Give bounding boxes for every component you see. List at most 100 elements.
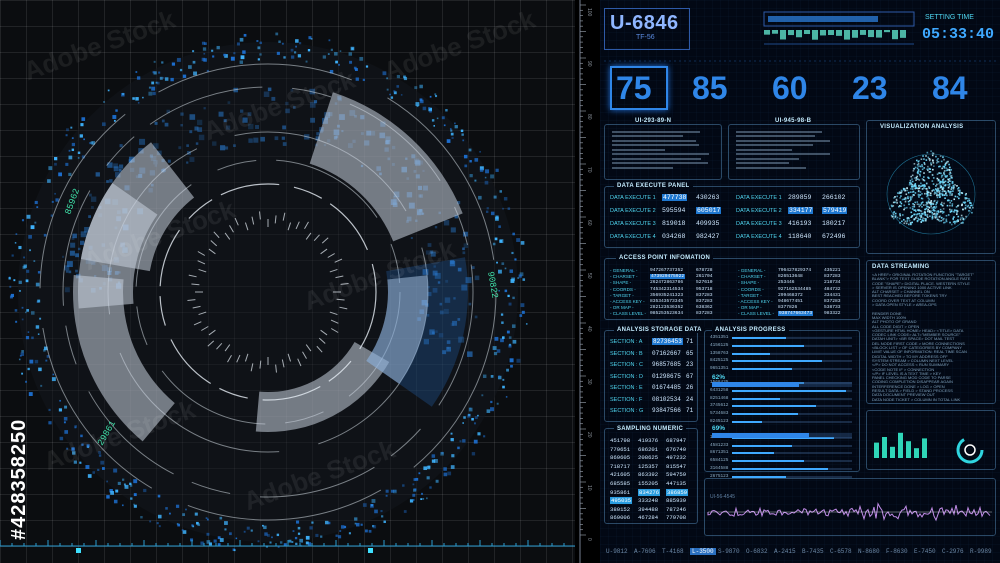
visualization-blob [886,150,976,235]
ruler-label: 100 [586,8,592,17]
sampling-value: 333248 [638,497,659,505]
sampling-value: 447135 [666,480,687,487]
access-point-label: - TARGET - [738,292,762,298]
info-panel-left-text [612,128,710,171]
progress-bar-fill [732,413,798,416]
data-execute-label: DATA EXECUTE 1 [736,195,782,201]
sampling-value: 885939 [666,497,687,505]
ruler-label: 60 [586,220,592,226]
data-execute-label: DATA EXECUTE 2 [736,208,782,214]
footer-code: T-4168 [662,548,684,555]
sampling-value: 497232 [666,454,687,462]
storage-value: 01674485 [652,384,681,391]
access-point-title: ACCESS POINT INFOMATION [616,255,714,261]
access-point-value: 261704 [696,274,713,280]
access-point-label: - ACCESS KEY - [610,299,645,304]
ruler-label: 30 [586,379,592,385]
storage-number: 23 [686,361,694,368]
stock-id: #428358250 [8,418,30,540]
ruler-label: 0 [586,538,592,541]
progress-bar [732,344,852,347]
sampling-value: 676740 [666,445,687,453]
storage-number: 71 [686,338,694,345]
sampling-value: 594759 [666,471,687,479]
footer-code: N-8680 [858,548,880,555]
storage-label: SECTION : A [610,339,643,345]
progress-summary-fill [712,382,799,387]
access-point-value: 253446 [778,280,795,286]
radar-panel: 85962 90822 29861 Adobe Stock Adobe Stock … [0,0,575,563]
access-point-value: 837283 [696,299,713,304]
progress-code: 4351351 [710,335,729,340]
sampling-title: SAMPLING NUMERIC [614,426,687,432]
access-point-value: 262472863786 [650,280,684,286]
data-execute-label: DATA EXECUTE 3 [610,221,656,227]
access-point-value: 953718 [696,286,713,292]
data-execute-value: 416193 [788,220,812,227]
sampling-value: 869605 [610,454,631,462]
footer-code: A-7606 [634,548,656,555]
access-point-value: 826513648 [778,274,803,280]
data-execute-value: 334177 [788,207,814,214]
visualization-title: VISUALIZATION ANALYSIS [880,124,964,130]
sampling-value: 935861 [610,488,631,496]
sampling-value: 687947 [666,437,687,444]
sampling-value: 869006 [610,514,631,522]
ruler-label: 10 [586,485,592,491]
footer-code: S-9870 [718,548,740,555]
footer-code: C-6578 [830,548,852,555]
vertical-ruler: 1009080706050403020100 [579,0,592,563]
progress-code: 3164588 [710,466,729,471]
storage-label: SECTION : F [610,396,643,403]
access-point-value: 218734 [824,280,841,286]
sampling-value: 779651 [610,445,631,453]
ruler-label: 70 [586,167,592,173]
access-point-value: 947267737352 [650,268,684,273]
sampling-value: 718717 [610,462,631,470]
placeholder-text-line [612,166,673,169]
access-point-value: 473929475922 [650,274,686,280]
progress-bar-fill [732,360,822,363]
access-point-value: 484732 [824,286,841,292]
info-panel-mid-text [736,128,831,171]
storage-label: SECTION : G [610,408,644,414]
sampling-value: 421605 [610,471,631,479]
ruler-label: 40 [586,326,592,332]
big-number-5: 84 [932,70,968,106]
storage-value: 07162667 [652,349,681,357]
access-point-value: 299468372 [778,292,803,298]
footer-code: O-6832 [746,548,768,555]
big-number-3: 60 [772,70,808,106]
footer-code: U-9812 [606,548,628,555]
access-point-label: - SHAPE - [738,280,760,286]
sampling-value: 451798 [610,437,631,444]
placeholder-text-line [612,148,666,151]
data-execute-value: 430263 [696,194,720,201]
data-streaming-title: DATA STREAMING [872,264,930,270]
level-bar [898,432,903,458]
access-point-value: 837283 [824,299,841,304]
placeholder-text-line [736,148,793,151]
unit-subtitle: TF-56 [636,34,655,41]
data-execute-value: 982427 [696,233,720,240]
sampling-value: 386859 [666,488,689,496]
ruler-label: 90 [586,61,592,67]
data-execute-value: 266102 [822,194,846,201]
progress-bar [732,397,852,400]
data-execute-value: 034268 [662,233,686,240]
sampling-value: 787246 [666,505,687,513]
access-point-label: - GENERAL - [738,268,766,273]
data-execute-value: 118640 [788,233,812,240]
storage-label: SECTION : B [610,350,643,357]
storage-label: SECTION : C [610,362,644,368]
progress-code: 6431258 [710,387,729,393]
access-point-label: - CHARSET - [738,274,766,280]
data-execute-value: 672496 [822,233,846,240]
dashboard-panel: U-6846 TF-56 SETTING TIME 05:33:40 75 85… [600,0,1000,563]
progress-bar [732,337,852,339]
footer-code: C-2976 [942,548,964,555]
footer-code: L-3500 [690,548,716,555]
data-execute-value: 409935 [696,220,720,227]
progress-bar-fill [732,368,792,371]
placeholder-text-line [736,144,813,146]
